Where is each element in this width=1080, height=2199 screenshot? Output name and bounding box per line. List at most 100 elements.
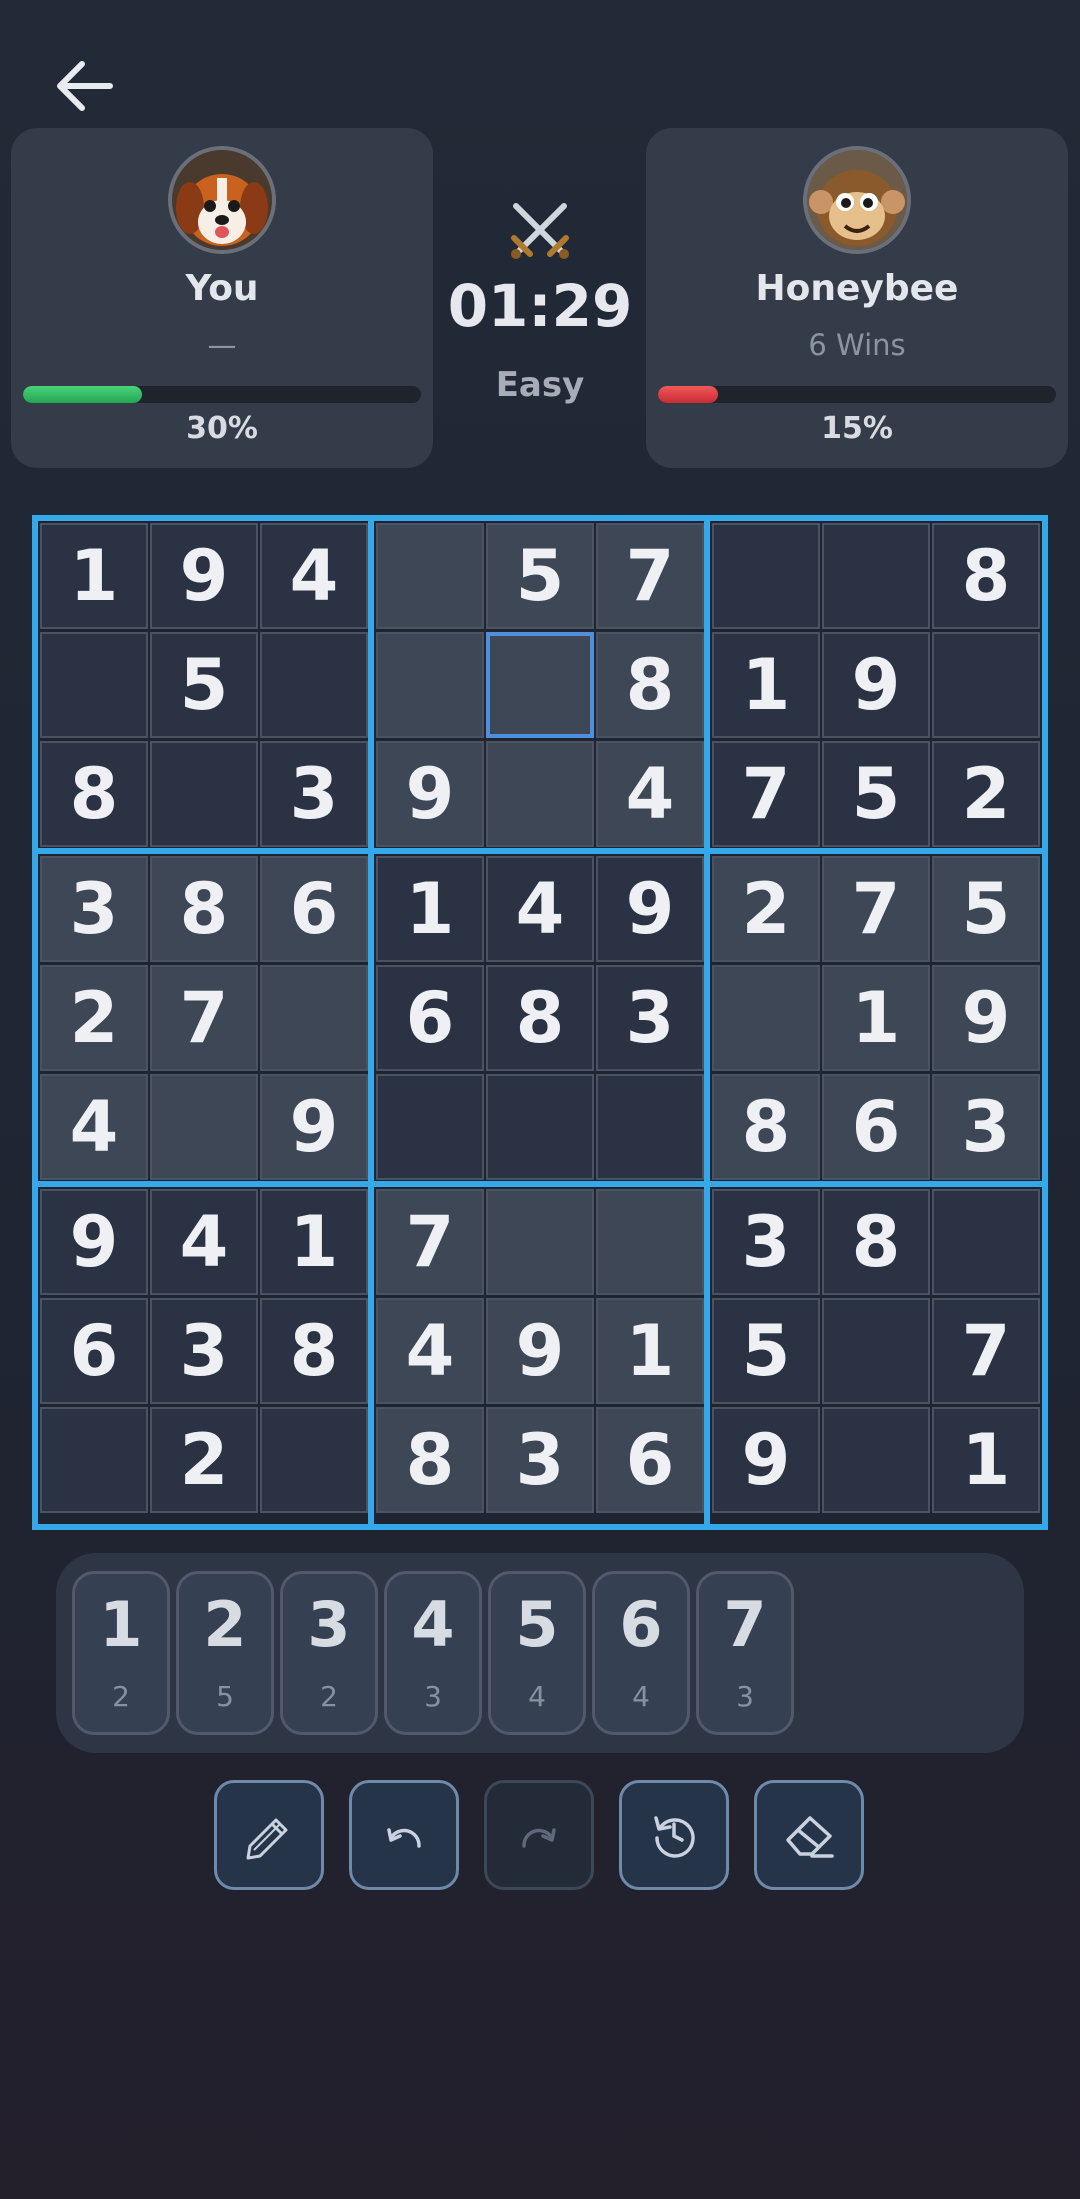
redo-button[interactable] <box>484 1780 594 1890</box>
number-key-digit: 2 <box>203 1588 247 1661</box>
number-pad: 12253243546473 <box>56 1553 1024 1753</box>
undo-button[interactable] <box>349 1780 459 1890</box>
sudoku-cell[interactable] <box>932 1189 1040 1295</box>
sudoku-cell[interactable]: 1 <box>40 523 148 629</box>
number-key-6[interactable]: 64 <box>592 1571 690 1735</box>
sudoku-cell[interactable]: 8 <box>150 856 258 962</box>
sudoku-cell[interactable]: 2 <box>40 965 148 1071</box>
sudoku-cell[interactable]: 3 <box>486 1407 594 1513</box>
sudoku-cell[interactable] <box>260 632 368 738</box>
sudoku-cell[interactable]: 7 <box>150 965 258 1071</box>
sudoku-cell[interactable]: 9 <box>712 1407 820 1513</box>
sudoku-cell[interactable]: 8 <box>596 632 704 738</box>
sudoku-cell[interactable]: 5 <box>712 1298 820 1404</box>
sudoku-cell[interactable]: 3 <box>150 1298 258 1404</box>
sudoku-cell[interactable]: 6 <box>260 856 368 962</box>
number-key-2[interactable]: 25 <box>176 1571 274 1735</box>
sudoku-cell[interactable] <box>150 1074 258 1180</box>
eraser-button[interactable] <box>754 1780 864 1890</box>
sudoku-cell[interactable]: 9 <box>150 523 258 629</box>
sudoku-cell[interactable]: 9 <box>822 632 930 738</box>
sudoku-cell[interactable]: 5 <box>822 741 930 847</box>
sudoku-cell[interactable]: 7 <box>822 856 930 962</box>
sudoku-cell[interactable]: 5 <box>932 856 1040 962</box>
pencil-button[interactable] <box>214 1780 324 1890</box>
sudoku-cell[interactable]: 6 <box>596 1407 704 1513</box>
sudoku-cell[interactable]: 7 <box>712 741 820 847</box>
sudoku-cell[interactable]: 8 <box>486 965 594 1071</box>
sudoku-cell[interactable] <box>486 741 594 847</box>
restart-button[interactable] <box>619 1780 729 1890</box>
sudoku-cell[interactable]: 8 <box>932 523 1040 629</box>
sudoku-cell[interactable]: 8 <box>712 1074 820 1180</box>
sudoku-cell[interactable] <box>40 632 148 738</box>
sudoku-cell[interactable] <box>822 1298 930 1404</box>
sudoku-cell[interactable]: 3 <box>596 965 704 1071</box>
sudoku-cell[interactable]: 3 <box>40 856 148 962</box>
sudoku-cell[interactable] <box>486 1074 594 1180</box>
sudoku-cell[interactable]: 1 <box>712 632 820 738</box>
number-key-remaining: 3 <box>736 1680 754 1713</box>
sudoku-cell[interactable]: 6 <box>822 1074 930 1180</box>
sudoku-cell[interactable]: 4 <box>40 1074 148 1180</box>
sudoku-cell[interactable] <box>712 965 820 1071</box>
sudoku-cell[interactable]: 6 <box>40 1298 148 1404</box>
sudoku-cell[interactable]: 8 <box>376 1407 484 1513</box>
sudoku-cell[interactable]: 5 <box>150 632 258 738</box>
sudoku-cell[interactable]: 4 <box>596 741 704 847</box>
sudoku-cell[interactable]: 4 <box>486 856 594 962</box>
sudoku-cell[interactable]: 9 <box>486 1298 594 1404</box>
sudoku-cell[interactable]: 1 <box>822 965 930 1071</box>
number-key-3[interactable]: 32 <box>280 1571 378 1735</box>
player-card-you: You — 30% <box>11 128 433 468</box>
sudoku-cell[interactable]: 8 <box>822 1189 930 1295</box>
sudoku-cell[interactable]: 8 <box>40 741 148 847</box>
sudoku-cell[interactable]: 6 <box>376 965 484 1071</box>
sudoku-cell[interactable] <box>150 741 258 847</box>
sudoku-cell[interactable] <box>376 1074 484 1180</box>
sudoku-cell[interactable] <box>376 523 484 629</box>
sudoku-cell[interactable] <box>376 632 484 738</box>
sudoku-cell[interactable]: 1 <box>376 856 484 962</box>
number-key-4[interactable]: 43 <box>384 1571 482 1735</box>
sudoku-cell[interactable]: 8 <box>260 1298 368 1404</box>
sudoku-cell[interactable]: 1 <box>596 1298 704 1404</box>
number-key-digit: 1 <box>99 1588 143 1661</box>
sudoku-cell[interactable]: 4 <box>260 523 368 629</box>
sudoku-cell[interactable] <box>822 1407 930 1513</box>
sudoku-cell[interactable]: 3 <box>932 1074 1040 1180</box>
sudoku-cell[interactable] <box>932 632 1040 738</box>
sudoku-cell[interactable]: 9 <box>596 856 704 962</box>
number-key-7[interactable]: 73 <box>696 1571 794 1735</box>
sudoku-cell[interactable] <box>260 965 368 1071</box>
sudoku-cell[interactable]: 4 <box>376 1298 484 1404</box>
sudoku-cell[interactable] <box>596 1189 704 1295</box>
sudoku-cell[interactable] <box>596 1074 704 1180</box>
sudoku-cell[interactable]: 1 <box>932 1407 1040 1513</box>
sudoku-cell[interactable] <box>486 1189 594 1295</box>
sudoku-cell[interactable] <box>822 523 930 629</box>
sudoku-cell[interactable]: 2 <box>150 1407 258 1513</box>
sudoku-cell[interactable]: 7 <box>932 1298 1040 1404</box>
sudoku-cell[interactable]: 9 <box>40 1189 148 1295</box>
number-key-5[interactable]: 54 <box>488 1571 586 1735</box>
sudoku-cell[interactable]: 5 <box>486 523 594 629</box>
sudoku-cell[interactable]: 7 <box>376 1189 484 1295</box>
sudoku-cell[interactable]: 9 <box>932 965 1040 1071</box>
sudoku-cell[interactable] <box>40 1407 148 1513</box>
sudoku-cell[interactable] <box>260 1407 368 1513</box>
number-key-1[interactable]: 12 <box>72 1571 170 1735</box>
sudoku-cell[interactable]: 3 <box>260 741 368 847</box>
sudoku-cell[interactable]: 9 <box>260 1074 368 1180</box>
sudoku-cell[interactable] <box>486 632 594 738</box>
sudoku-cell[interactable]: 9 <box>376 741 484 847</box>
sudoku-cell[interactable]: 3 <box>712 1189 820 1295</box>
back-arrow-icon <box>57 61 113 111</box>
sudoku-cell[interactable]: 1 <box>260 1189 368 1295</box>
sudoku-cell[interactable]: 2 <box>932 741 1040 847</box>
sudoku-cell[interactable]: 4 <box>150 1189 258 1295</box>
sudoku-cell[interactable]: 2 <box>712 856 820 962</box>
sudoku-cell[interactable] <box>712 523 820 629</box>
back-button[interactable] <box>52 58 116 114</box>
sudoku-cell[interactable]: 7 <box>596 523 704 629</box>
